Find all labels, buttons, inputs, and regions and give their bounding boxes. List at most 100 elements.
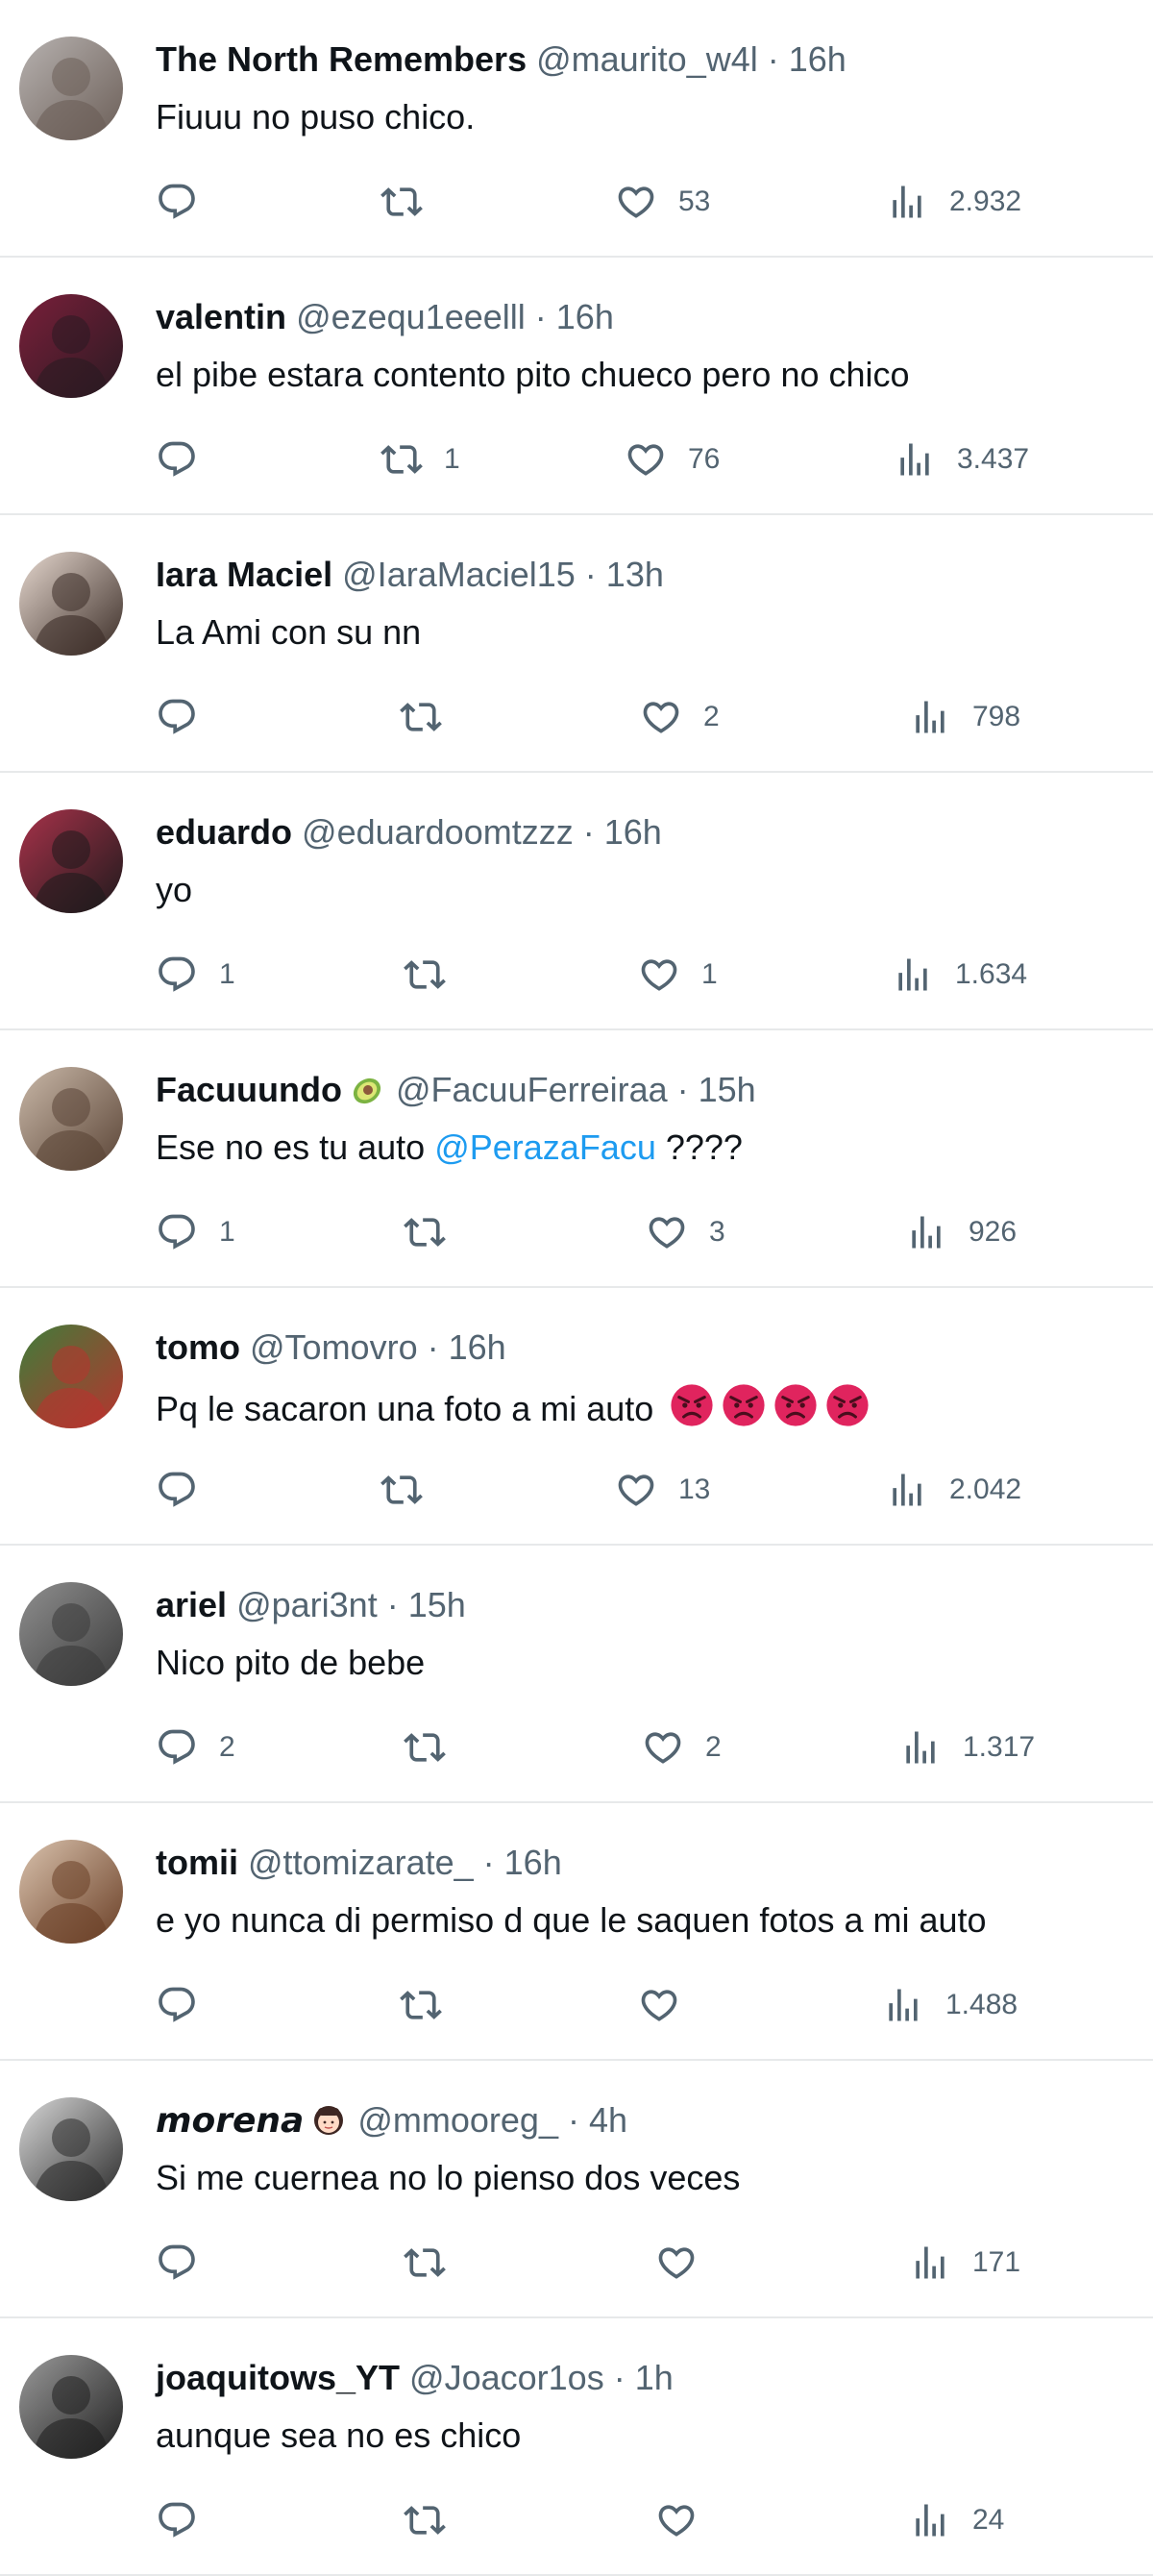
mention-link[interactable]: @PerazaFacu (434, 1127, 656, 1167)
reply-text: La Ami con su nn (156, 612, 422, 652)
reply-tweet[interactable]: valentin @ezequ1eeelll · 16h el pibe esta… (0, 258, 1153, 515)
avatar[interactable] (19, 552, 123, 656)
like-button[interactable]: 53 (615, 175, 710, 229)
repost-button[interactable] (400, 1978, 463, 2032)
views-button[interactable]: 24 (909, 2493, 1004, 2547)
reply-button[interactable] (156, 1978, 219, 2032)
user-handle[interactable]: @Joacor1os (409, 2358, 604, 2397)
user-handle[interactable]: @mmooreg_ (357, 2100, 558, 2140)
like-button[interactable]: 2 (642, 1721, 722, 1774)
reply-button[interactable]: 1 (156, 948, 235, 1002)
display-name[interactable]: joaquitows_YT (156, 2358, 400, 2397)
repost-button[interactable] (404, 948, 467, 1002)
display-name[interactable]: 𝙢𝙤𝙧𝙚𝙣𝙖 (156, 2100, 304, 2140)
reply-tweet[interactable]: Iara Maciel @IaraMaciel15 · 13h La Ami co… (0, 515, 1153, 773)
reply-button[interactable] (156, 1463, 219, 1517)
like-button[interactable]: 2 (640, 690, 720, 744)
reply-text: Ese no es tu auto (156, 1127, 435, 1167)
reply-tweet[interactable]: Facuuundo @FacuuFerreiraa · 15h Ese no es… (0, 1030, 1153, 1288)
reply-tweet[interactable]: 𝙢𝙤𝙧𝙚𝙣𝙖 @mmooreg_ · 4h Si me cuernea no lo… (0, 2061, 1153, 2318)
display-name[interactable]: The North Remembers (156, 39, 527, 79)
avatar[interactable] (19, 2097, 123, 2201)
reply-icon (156, 1211, 198, 1253)
reply-icon (156, 2499, 198, 2541)
timestamp[interactable]: 16h (504, 1843, 562, 1882)
avatar[interactable] (19, 1582, 123, 1686)
timestamp[interactable]: 13h (606, 555, 664, 594)
like-button[interactable]: 76 (625, 433, 720, 486)
reply-button[interactable] (156, 2493, 219, 2547)
timestamp[interactable]: 15h (408, 1585, 466, 1624)
reply-button[interactable]: 1 (156, 1205, 235, 1259)
reply-button[interactable] (156, 433, 219, 486)
like-button[interactable] (638, 1978, 701, 2032)
reply-text: Si me cuernea no lo pienso dos veces (156, 2158, 741, 2197)
views-button[interactable]: 2.042 (886, 1463, 1021, 1517)
repost-button[interactable] (404, 2493, 467, 2547)
display-name[interactable]: Facuuundo (156, 1070, 342, 1109)
display-name[interactable]: ariel (156, 1585, 227, 1624)
reply-icon (156, 1469, 198, 1511)
repost-button[interactable] (380, 1463, 444, 1517)
repost-button[interactable] (380, 175, 444, 229)
user-handle[interactable]: @FacuuFerreiraa (396, 1070, 668, 1109)
avatar[interactable] (19, 1840, 123, 1944)
like-button[interactable] (655, 2236, 719, 2290)
timestamp[interactable]: 16h (449, 1327, 506, 1367)
repost-button[interactable] (404, 1721, 467, 1774)
reply-button[interactable] (156, 690, 219, 744)
views-button[interactable]: 3.437 (894, 433, 1029, 486)
reply-text: Pq le sacaron una foto a mi auto (156, 1389, 654, 1428)
repost-button[interactable] (404, 2236, 467, 2290)
repost-button[interactable] (400, 690, 463, 744)
display-name[interactable]: eduardo (156, 812, 292, 852)
timestamp[interactable]: 15h (699, 1070, 756, 1109)
timestamp[interactable]: 16h (604, 812, 662, 852)
display-name[interactable]: valentin (156, 297, 286, 336)
views-button[interactable]: 1.488 (882, 1978, 1018, 2032)
avatar[interactable] (19, 2355, 123, 2459)
timestamp[interactable]: 16h (556, 297, 614, 336)
reply-tweet[interactable]: ariel @pari3nt · 15h Nico pito de bebe 2 2 1… (0, 1546, 1153, 1803)
reply-button[interactable] (156, 175, 219, 229)
like-button[interactable]: 3 (646, 1205, 725, 1259)
reply-tweet[interactable]: tomo @Tomovro · 16h Pq le sacaron una fot… (0, 1288, 1153, 1546)
avatar[interactable] (19, 1067, 123, 1171)
views-button[interactable]: 1.317 (899, 1721, 1035, 1774)
reply-tweet[interactable]: The North Remembers @maurito_w4l · 16h Fi… (0, 0, 1153, 258)
views-button[interactable]: 798 (909, 690, 1020, 744)
timestamp[interactable]: 16h (789, 39, 846, 79)
user-handle[interactable]: @ezequ1eeelll (296, 297, 526, 336)
views-button[interactable]: 1.634 (892, 948, 1027, 1002)
reply-button[interactable]: 2 (156, 1721, 235, 1774)
like-button[interactable]: 13 (615, 1463, 710, 1517)
timestamp[interactable]: 1h (635, 2358, 674, 2397)
reply-tweet[interactable]: eduardo @eduardoomtzzz · 16h yo 1 1 1.634 (0, 773, 1153, 1030)
repost-icon (404, 2242, 446, 2284)
avatar[interactable] (19, 294, 123, 398)
display-name[interactable]: tomii (156, 1843, 238, 1882)
like-button[interactable]: 1 (638, 948, 718, 1002)
views-button[interactable]: 2.932 (886, 175, 1021, 229)
avatar[interactable] (19, 809, 123, 913)
reply-tweet[interactable]: tomii @ttomizarate_ · 16h e yo nunca di p… (0, 1803, 1153, 2061)
timestamp[interactable]: 4h (589, 2100, 627, 2140)
repost-button[interactable]: 1 (380, 433, 460, 486)
display-name[interactable]: Iara Maciel (156, 555, 332, 594)
like-count: 53 (678, 186, 711, 217)
user-handle[interactable]: @eduardoomtzzz (302, 812, 574, 852)
reply-tweet[interactable]: joaquitows_YT @Joacor1os · 1h aunque sea … (0, 2318, 1153, 2576)
user-handle[interactable]: @ttomizarate_ (248, 1843, 474, 1882)
repost-button[interactable] (404, 1205, 467, 1259)
user-handle[interactable]: @pari3nt (236, 1585, 378, 1624)
display-name[interactable]: tomo (156, 1327, 240, 1367)
views-button[interactable]: 926 (905, 1205, 1017, 1259)
avatar[interactable] (19, 37, 123, 140)
user-handle[interactable]: @IaraMaciel15 (342, 555, 576, 594)
avatar[interactable] (19, 1325, 123, 1428)
user-handle[interactable]: @maurito_w4l (536, 39, 758, 79)
reply-button[interactable] (156, 2236, 219, 2290)
views-button[interactable]: 171 (909, 2236, 1020, 2290)
user-handle[interactable]: @Tomovro (250, 1327, 418, 1367)
like-button[interactable] (655, 2493, 719, 2547)
